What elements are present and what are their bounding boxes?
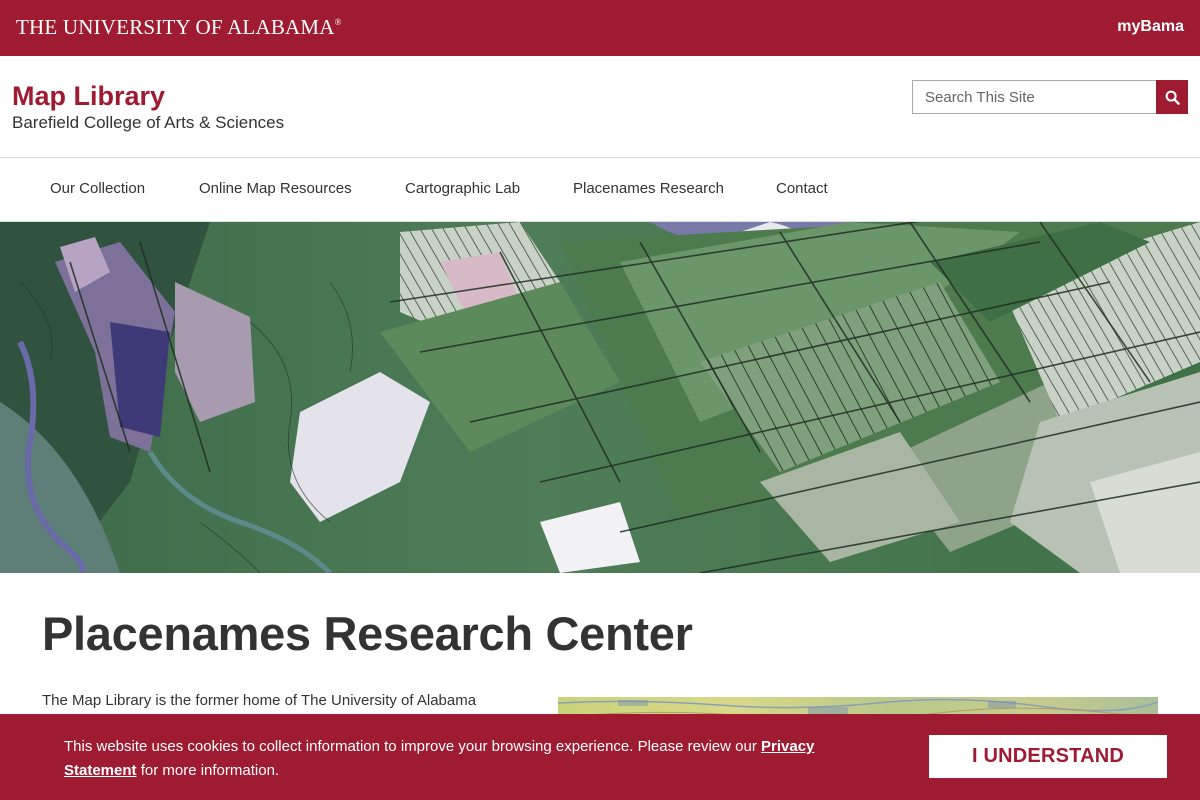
search-button[interactable] <box>1156 80 1188 114</box>
cookie-message-suffix: for more information. <box>136 762 280 779</box>
nav-item-cartographic-lab[interactable]: Cartographic Lab <box>405 180 520 197</box>
university-logo[interactable]: THE UNIVERSITY OF ALABAMA® <box>16 15 342 40</box>
nav-item-our-collection[interactable]: Our Collection <box>50 180 145 197</box>
cookie-message-text: This website uses cookies to collect inf… <box>64 738 761 755</box>
search-icon <box>1165 90 1180 105</box>
intro-paragraph: The Map Library is the former home of Th… <box>42 692 477 709</box>
nav-item-online-map-resources[interactable]: Online Map Resources <box>199 180 352 197</box>
nav-item-placenames-research[interactable]: Placenames Research <box>573 180 724 197</box>
cookie-banner: This website uses cookies to collect inf… <box>0 714 1200 800</box>
nav-item-contact[interactable]: Contact <box>776 180 828 197</box>
i-understand-button[interactable]: I UNDERSTAND <box>929 735 1167 778</box>
hero-satellite-image <box>0 222 1200 573</box>
site-header: Map Library Barefield College of Arts & … <box>0 56 1200 158</box>
university-name: THE UNIVERSITY OF ALABAMA <box>16 15 335 39</box>
site-title[interactable]: Map Library <box>12 81 165 112</box>
cookie-message: This website uses cookies to collect inf… <box>64 735 884 783</box>
satellite-imagery <box>0 222 1200 573</box>
search-input[interactable] <box>912 80 1157 114</box>
main-navigation: Our Collection Online Map Resources Cart… <box>0 158 1200 222</box>
page-title: Placenames Research Center <box>42 607 693 660</box>
site-subtitle[interactable]: Barefield College of Arts & Sciences <box>12 113 284 133</box>
site-search <box>912 80 1188 114</box>
mybama-link[interactable]: myBama <box>1117 18 1184 36</box>
registered-mark: ® <box>334 17 342 27</box>
university-topbar: THE UNIVERSITY OF ALABAMA® myBama <box>0 0 1200 56</box>
